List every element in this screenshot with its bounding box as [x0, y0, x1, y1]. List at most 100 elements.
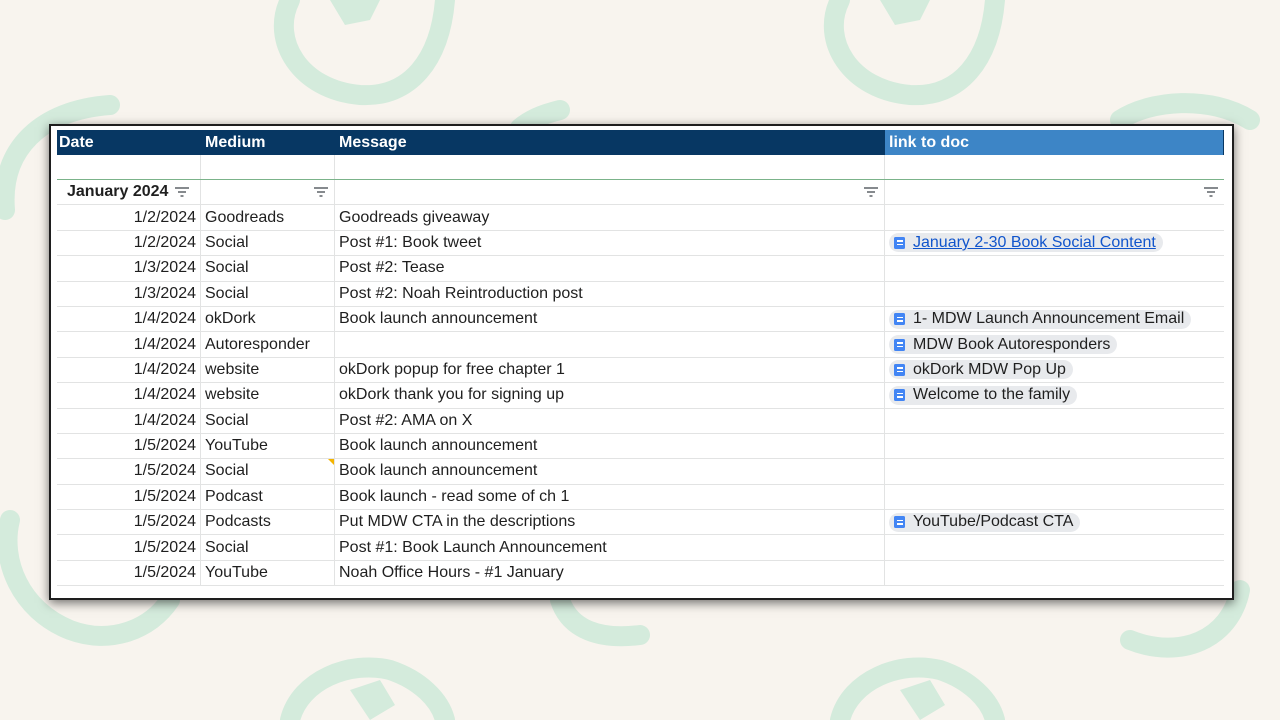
blank-cell[interactable]	[885, 155, 1224, 179]
google-doc-icon	[894, 338, 905, 351]
message-cell[interactable]: Put MDW CTA in the descriptions	[335, 510, 885, 535]
message-cell[interactable]: Post #1: Book tweet	[335, 230, 885, 256]
doc-cell[interactable]: okDork MDW Pop Up	[885, 358, 1224, 382]
doc-chip[interactable]: YouTube/Podcast CTA	[889, 512, 1081, 532]
doc-cell[interactable]	[885, 256, 1224, 280]
doc-chip[interactable]: MDW Book Autoresponders	[889, 335, 1118, 355]
blank-cell[interactable]	[201, 155, 335, 179]
comment-indicator-icon[interactable]	[328, 459, 334, 466]
date-cell[interactable]: 1/3/2024	[57, 281, 201, 306]
doc-cell[interactable]: YouTube/Podcast CTA	[885, 510, 1224, 534]
medium-cell[interactable]: YouTube	[201, 560, 335, 586]
medium-cell[interactable]: Social	[201, 281, 335, 306]
message-cell[interactable]: Book launch announcement	[335, 433, 885, 459]
table-row: 1/5/2024 Podcasts Put MDW CTA in the des…	[57, 510, 1224, 536]
doc-cell[interactable]: Welcome to the family	[885, 383, 1224, 407]
doc-link-chip[interactable]: January 2-30 Book Social Content	[889, 233, 1163, 253]
medium-cell[interactable]: Social	[201, 459, 335, 484]
doc-chip-label: YouTube/Podcast CTA	[913, 513, 1074, 531]
filter-icon[interactable]	[864, 187, 878, 197]
doc-cell[interactable]: January 2-30 Book Social Content	[885, 231, 1224, 255]
message-cell[interactable]: Goodreads giveaway	[335, 205, 885, 230]
message-cell[interactable]: Book launch announcement	[335, 459, 885, 484]
doc-cell[interactable]	[885, 205, 1224, 229]
date-cell[interactable]: 1/4/2024	[57, 306, 201, 332]
message-cell[interactable]: Post #2: AMA on X	[335, 408, 885, 433]
doc-cell[interactable]	[885, 561, 1224, 585]
medium-cell[interactable]: Social	[201, 256, 335, 281]
date-cell[interactable]: 1/5/2024	[57, 433, 201, 459]
filter-cell-medium[interactable]	[201, 180, 335, 205]
google-doc-icon	[894, 313, 905, 326]
message-cell[interactable]: okDork thank you for signing up	[335, 383, 885, 408]
filter-icon[interactable]	[314, 187, 328, 197]
filter-icon[interactable]	[1204, 187, 1218, 197]
doc-cell[interactable]	[885, 434, 1224, 458]
doc-cell[interactable]	[885, 459, 1224, 483]
date-cell[interactable]: 1/5/2024	[57, 560, 201, 586]
message-cell[interactable]: Post #2: Noah Reintroduction post	[335, 281, 885, 306]
date-cell[interactable]: 1/5/2024	[57, 535, 201, 560]
doc-cell[interactable]	[885, 282, 1224, 306]
filter-icon[interactable]	[175, 187, 190, 197]
message-cell[interactable]	[335, 332, 885, 357]
medium-cell[interactable]: YouTube	[201, 433, 335, 459]
table-row: 1/4/2024 okDork Book launch announcement…	[57, 306, 1224, 333]
header-link-to-doc[interactable]: link to doc	[885, 130, 1224, 155]
blank-cell[interactable]	[57, 155, 201, 179]
doc-chip[interactable]: okDork MDW Pop Up	[889, 360, 1073, 380]
date-cell[interactable]: 1/4/2024	[57, 383, 201, 408]
message-cell[interactable]: Post #2: Tease	[335, 256, 885, 281]
message-cell[interactable]: okDork popup for free chapter 1	[335, 357, 885, 383]
filter-cell-message[interactable]	[335, 180, 885, 205]
message-cell[interactable]: Noah Office Hours - #1 January	[335, 560, 885, 586]
medium-cell[interactable]: website	[201, 383, 335, 408]
medium-cell[interactable]: okDork	[201, 306, 335, 332]
blank-row	[57, 155, 1224, 180]
medium-cell[interactable]: Podcast	[201, 484, 335, 510]
header-row: Date Medium Message link to doc	[57, 130, 1224, 155]
group-label-cell[interactable]: January 2024	[57, 180, 201, 205]
medium-cell[interactable]: website	[201, 357, 335, 383]
medium-cell[interactable]: Social	[201, 535, 335, 560]
table-row: 1/4/2024 Social Post #2: AMA on X	[57, 408, 1224, 434]
message-cell[interactable]: Book launch - read some of ch 1	[335, 484, 885, 510]
table-row: 1/2/2024 Social Post #1: Book tweet Janu…	[57, 230, 1224, 257]
header-date[interactable]: Date	[57, 130, 201, 155]
doc-cell[interactable]	[885, 535, 1224, 559]
doc-chip[interactable]: Welcome to the family	[889, 385, 1078, 405]
date-cell[interactable]: 1/4/2024	[57, 357, 201, 383]
doc-chip[interactable]: 1- MDW Launch Announcement Email	[889, 309, 1192, 329]
filter-row: January 2024	[57, 180, 1224, 206]
medium-cell[interactable]: Goodreads	[201, 205, 335, 230]
date-cell[interactable]: 1/3/2024	[57, 256, 201, 281]
doc-link-label: January 2-30 Book Social Content	[913, 233, 1156, 251]
header-message[interactable]: Message	[335, 130, 885, 155]
date-cell[interactable]: 1/4/2024	[57, 408, 201, 433]
doc-cell[interactable]	[885, 485, 1224, 509]
date-cell[interactable]: 1/2/2024	[57, 230, 201, 256]
date-cell[interactable]: 1/5/2024	[57, 484, 201, 510]
date-cell[interactable]: 1/2/2024	[57, 205, 201, 230]
medium-text: Social	[205, 462, 249, 480]
table-row: 1/5/2024 Podcast Book launch - read some…	[57, 484, 1224, 511]
table-row: 1/3/2024 Social Post #2: Noah Reintroduc…	[57, 281, 1224, 307]
message-cell[interactable]: Post #1: Book Launch Announcement	[335, 535, 885, 560]
doc-cell[interactable]: 1- MDW Launch Announcement Email	[885, 307, 1224, 331]
doc-cell[interactable]: MDW Book Autoresponders	[885, 332, 1224, 356]
date-cell[interactable]: 1/5/2024	[57, 459, 201, 484]
header-medium[interactable]: Medium	[201, 130, 335, 155]
table-row: 1/4/2024 website okDork thank you for si…	[57, 383, 1224, 409]
doc-chip-label: Welcome to the family	[913, 386, 1071, 404]
doc-cell[interactable]	[885, 409, 1224, 433]
medium-cell[interactable]: Autoresponder	[201, 332, 335, 357]
date-cell[interactable]: 1/5/2024	[57, 510, 201, 535]
message-cell[interactable]: Book launch announcement	[335, 306, 885, 332]
filter-cell-link[interactable]	[885, 180, 1224, 204]
table-row: 1/3/2024 Social Post #2: Tease	[57, 256, 1224, 282]
medium-cell[interactable]: Social	[201, 408, 335, 433]
medium-cell[interactable]: Podcasts	[201, 510, 335, 535]
blank-cell[interactable]	[335, 155, 885, 179]
medium-cell[interactable]: Social	[201, 230, 335, 256]
date-cell[interactable]: 1/4/2024	[57, 332, 201, 357]
